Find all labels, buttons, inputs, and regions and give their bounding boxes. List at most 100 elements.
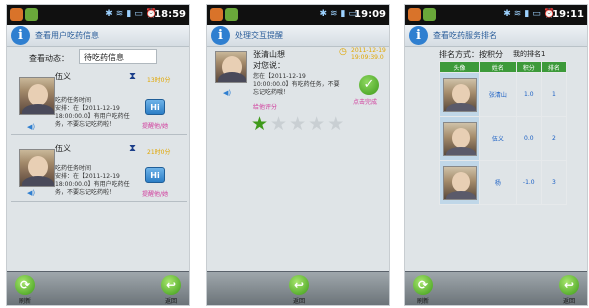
refresh-icon: ⟳ — [413, 275, 433, 295]
battery-icon: ▭ — [532, 9, 541, 19]
filter-label: 查看动态： — [29, 54, 69, 63]
star-rating[interactable]: ★ ★ ★ ★ ★ — [251, 115, 344, 134]
header: i 查看吃药服务排名 — [405, 25, 587, 47]
star-icon[interactable]: ★ — [289, 115, 306, 134]
app-icon — [423, 8, 436, 21]
bluetooth-icon: ✱ — [105, 9, 113, 19]
table-row[interactable]: 张清山 1.0 1 — [439, 72, 568, 117]
wifi-icon: ≋ — [329, 9, 338, 19]
header: i 处理交互提醒 — [207, 25, 389, 47]
info-icon: i — [211, 26, 230, 45]
sort-label: 排名方式：按积分 — [439, 50, 503, 59]
avatar — [442, 77, 477, 112]
signal-icon: ▮ — [126, 9, 132, 19]
user-name: 伍义 — [55, 144, 71, 153]
bluetooth-icon: ✱ — [319, 9, 327, 19]
app-icon — [225, 8, 238, 21]
hi-button[interactable]: Hi — [145, 167, 165, 183]
bottom-toolbar: ⟳ 刷新 ↩ 返回 — [7, 271, 189, 305]
back-icon: ↩ — [559, 275, 579, 295]
screen-medication-info: ✱ ≋ ▮ ▭ ⏰ 18:59 i 查看用户吃药信息 查看动态： 待吃药信息 伍义 ⧗ … — [6, 4, 190, 306]
score-cell: 1.0 — [515, 72, 542, 117]
star-icon[interactable]: ★ — [270, 115, 287, 134]
status-bar: ✱ ≋ ▮ ▭ 19:09 — [207, 5, 389, 25]
signal-icon: ▮ — [340, 9, 346, 19]
info-icon: i — [11, 26, 30, 45]
wifi-icon: ≋ — [115, 9, 124, 19]
wifi-icon: ≋ — [513, 9, 522, 19]
back-label: 返回 — [562, 298, 575, 305]
speaker-icon[interactable]: ◀) — [27, 189, 35, 197]
remind-link[interactable]: 提醒他/她 — [142, 189, 168, 198]
remind-time: 2011-12-19 19:09:39.0 — [351, 47, 386, 61]
status-time: 19:11 — [552, 9, 584, 20]
time-remaining: 13时0分 — [147, 77, 171, 84]
back-icon: ↩ — [289, 275, 309, 295]
done-button[interactable]: 点击完成 — [353, 97, 377, 106]
name-cell: 伍义 — [479, 116, 517, 161]
rating-label: 给他评分 — [253, 104, 278, 111]
speaker-icon[interactable]: ◀) — [27, 123, 35, 131]
avatar — [19, 77, 55, 115]
avatar — [442, 121, 477, 156]
divider — [11, 134, 187, 135]
sender-name: 张清山想 — [253, 50, 285, 59]
app-icon — [408, 8, 421, 21]
rank-cell: 2 — [540, 116, 568, 161]
divider — [11, 201, 187, 202]
refresh-button[interactable]: ⟳ 刷新 — [13, 275, 37, 305]
score-cell: 0.0 — [515, 116, 542, 161]
filter-select[interactable]: 待吃药信息 — [79, 49, 157, 64]
score-cell: -1.0 — [515, 160, 542, 205]
info-icon: i — [409, 26, 428, 45]
signal-icon: ▮ — [524, 9, 530, 19]
hourglass-icon: ⧗ — [129, 143, 137, 154]
back-icon: ↩ — [161, 275, 181, 295]
bottom-toolbar: ⟳ 刷新 ↩ 返回 — [405, 271, 587, 305]
star-icon[interactable]: ★ — [327, 115, 344, 134]
column-header: 头像 — [439, 61, 480, 73]
table-row[interactable]: 伍义 0.0 2 — [439, 116, 568, 161]
app-icon — [25, 8, 38, 21]
remind-link[interactable]: 提醒他/她 — [142, 121, 168, 130]
star-icon[interactable]: ★ — [308, 115, 325, 134]
avatar — [215, 51, 247, 83]
refresh-label: 刷新 — [416, 298, 429, 305]
photo-cell — [439, 72, 480, 117]
refresh-label: 刷新 — [18, 298, 31, 305]
speaker-icon[interactable]: ◀) — [223, 89, 231, 97]
avatar — [19, 149, 55, 187]
check-icon[interactable]: ✓ — [359, 75, 379, 95]
header: i 查看用户吃药信息 — [7, 25, 189, 47]
reminder-message: 您在【2011-12-19 10:00:00.0】有吃药任务，不要 忘记吃药哦！ — [253, 73, 340, 96]
user-name: 伍义 — [55, 72, 71, 81]
table-header-row: 头像 姓名 积分 排名 — [439, 61, 568, 73]
hi-button[interactable]: Hi — [145, 99, 165, 115]
column-header: 排名 — [540, 61, 568, 73]
rank-cell: 1 — [540, 72, 568, 117]
back-label: 返回 — [164, 298, 177, 305]
clock-icon: ◷ — [339, 47, 347, 57]
back-button[interactable]: ↩ 返回 — [159, 275, 183, 305]
name-cell: 张清山 — [479, 72, 517, 117]
screen-ranking: ✱ ≋ ▮ ▭ ⏰ 19:11 i 查看吃药服务排名 排名方式：按积分 我的排名1 头像… — [404, 4, 588, 306]
back-button[interactable]: ↩ 返回 — [557, 275, 581, 305]
table-row[interactable]: 杨 -1.0 3 — [439, 160, 568, 205]
battery-icon: ▭ — [134, 9, 143, 19]
photo-cell — [439, 116, 480, 161]
page-title: 查看用户吃药信息 — [35, 31, 99, 40]
refresh-icon: ⟳ — [15, 275, 35, 295]
back-button[interactable]: ↩ 返回 — [287, 275, 311, 305]
task-message: 吃药任务时间 安排：在【2011-12-19 18:00:00.0】有用户吃药任… — [55, 97, 130, 128]
task-message: 吃药任务时间 安排：在【2011-12-19 18:00:00.0】有用户吃药任… — [55, 165, 130, 196]
sender-line: 对您说： — [253, 61, 285, 70]
screen-interaction-reminder: ✱ ≋ ▮ ▭ 19:09 i 处理交互提醒 张清山想 对您说： ◷ 2011-12-… — [206, 4, 390, 306]
avatar — [442, 165, 477, 200]
column-header: 积分 — [515, 61, 542, 73]
status-time: 19:09 — [354, 9, 386, 20]
app-icon — [10, 8, 23, 21]
status-time: 18:59 — [154, 9, 186, 20]
refresh-button[interactable]: ⟳ 刷新 — [411, 275, 435, 305]
star-icon[interactable]: ★ — [251, 115, 268, 134]
column-header: 姓名 — [479, 61, 517, 73]
